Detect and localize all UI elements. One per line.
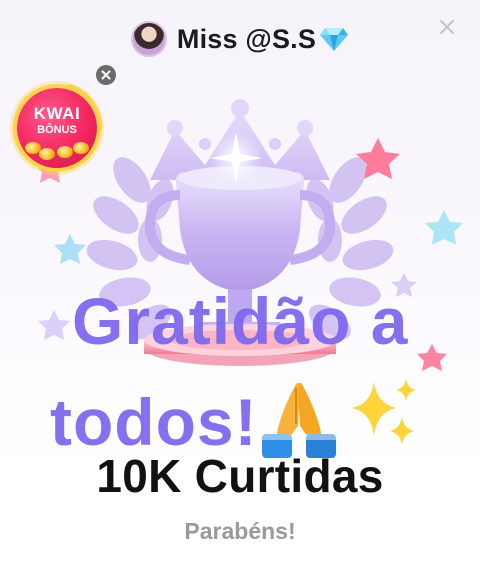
close-button[interactable] [436,16,458,38]
card-header: Miss @S.S [0,14,480,64]
bonus-subtitle: BÔNUS [37,124,77,136]
sparkles-icon [352,378,416,446]
profile-name[interactable]: Miss @S.S [177,24,316,55]
avatar[interactable] [130,21,167,57]
coin-icon [57,146,73,158]
congrats-text: Parabéns! [184,518,296,544]
gratitude-text-line1: Gratidão a [72,284,409,358]
kwai-bonus-badge[interactable]: KWAI BÔNUS [17,88,97,168]
diamond-icon [320,28,349,51]
likes-milestone: 10K Curtidas [96,450,384,502]
celebration-card: Miss @S.S KWAI BÔNUS Gratidão a todos! 1… [0,0,480,582]
close-icon [440,20,454,34]
praying-hands-icon [262,382,336,458]
glow-sparkle [210,132,262,184]
close-icon [101,70,111,80]
coin-icon [73,142,89,154]
bonus-close-button[interactable] [96,65,116,85]
bonus-title: KWAI [33,104,81,123]
coin-icon [39,148,55,160]
